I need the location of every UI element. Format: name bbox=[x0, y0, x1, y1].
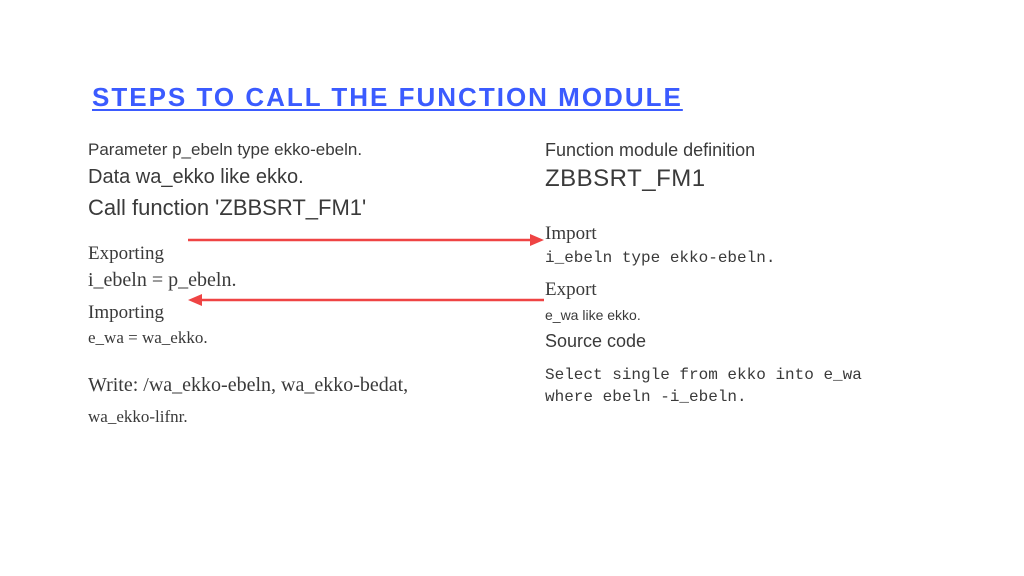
export-param: e_wa like ekko. bbox=[545, 307, 965, 323]
import-param: i_ebeln type ekko-ebeln. bbox=[545, 249, 965, 267]
fm-definition-label: Function module definition bbox=[545, 140, 965, 161]
write-statement-cont: wa_ekko-lifnr. bbox=[88, 407, 508, 427]
param-declaration: Parameter p_ebeln type ekko-ebeln. bbox=[88, 140, 508, 160]
write-statement: Write: /wa_ekko-ebeln, wa_ekko-bedat, bbox=[88, 374, 508, 397]
importing-param: e_wa = wa_ekko. bbox=[88, 328, 508, 348]
fm-name: ZBBSRT_FM1 bbox=[545, 165, 965, 193]
source-code-line-2: where ebeln -i_ebeln. bbox=[545, 388, 965, 406]
source-code-label: Source code bbox=[545, 331, 965, 352]
page-title: STEPS TO CALL THE FUNCTION MODULE bbox=[92, 82, 683, 113]
source-code-line-1: Select single from ekko into e_wa bbox=[545, 366, 965, 384]
arrow-exporting-to-import bbox=[188, 232, 544, 248]
caller-code-block: Parameter p_ebeln type ekko-ebeln. Data … bbox=[88, 140, 508, 431]
data-declaration: Data wa_ekko like ekko. bbox=[88, 166, 508, 189]
export-label: Export bbox=[545, 279, 965, 301]
call-function-statement: Call function 'ZBBSRT_FM1' bbox=[88, 195, 508, 221]
exporting-param: i_ebeln = p_ebeln. bbox=[88, 269, 508, 292]
arrow-export-to-importing bbox=[188, 292, 544, 308]
fm-definition-block: Function module definition ZBBSRT_FM1 Im… bbox=[545, 140, 965, 410]
import-label: Import bbox=[545, 223, 965, 245]
